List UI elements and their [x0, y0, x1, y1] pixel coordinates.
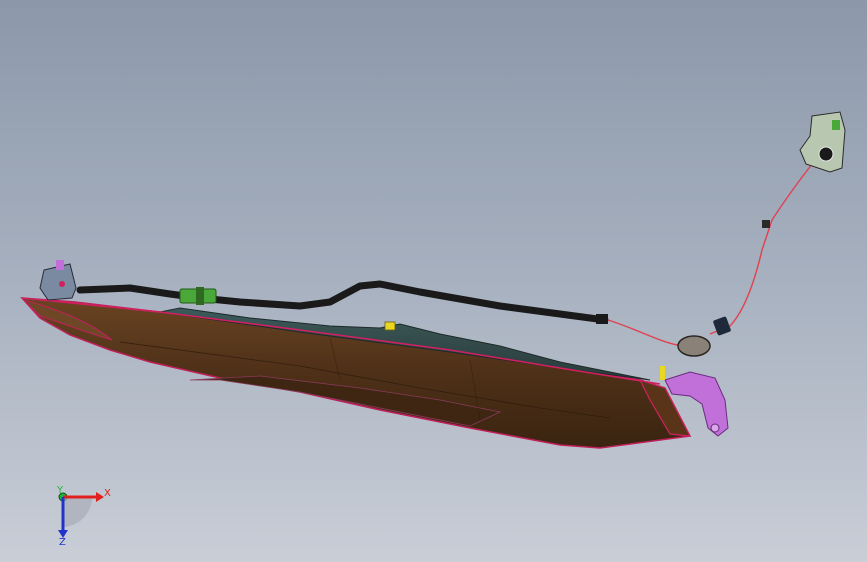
cad-viewport[interactable]: X Y Z [0, 0, 867, 562]
lens-fitting [384, 321, 396, 331]
right-connector-socket [818, 146, 834, 162]
triad-z-label: Z [59, 537, 66, 548]
grommet-plug[interactable] [713, 316, 732, 336]
left-connector-pin [56, 260, 64, 270]
cable-end-sleeve [596, 314, 608, 324]
triad-x-arrow [96, 492, 104, 502]
right-connector-tab [832, 120, 840, 130]
signal-wire[interactable] [607, 163, 813, 347]
connector-clip [196, 287, 204, 305]
left-connector-dot [59, 281, 65, 287]
wire-grommet[interactable] [677, 335, 711, 357]
triad-y-label: Y [56, 485, 64, 496]
wire-clip [762, 220, 770, 228]
bracket-bolt [710, 423, 720, 433]
axis-triad: X Y Z [56, 485, 111, 548]
bracket-post [660, 366, 665, 380]
cad-scene[interactable]: X Y Z [0, 0, 867, 562]
triad-shadow [63, 497, 93, 527]
triad-x-label: X [104, 488, 111, 499]
